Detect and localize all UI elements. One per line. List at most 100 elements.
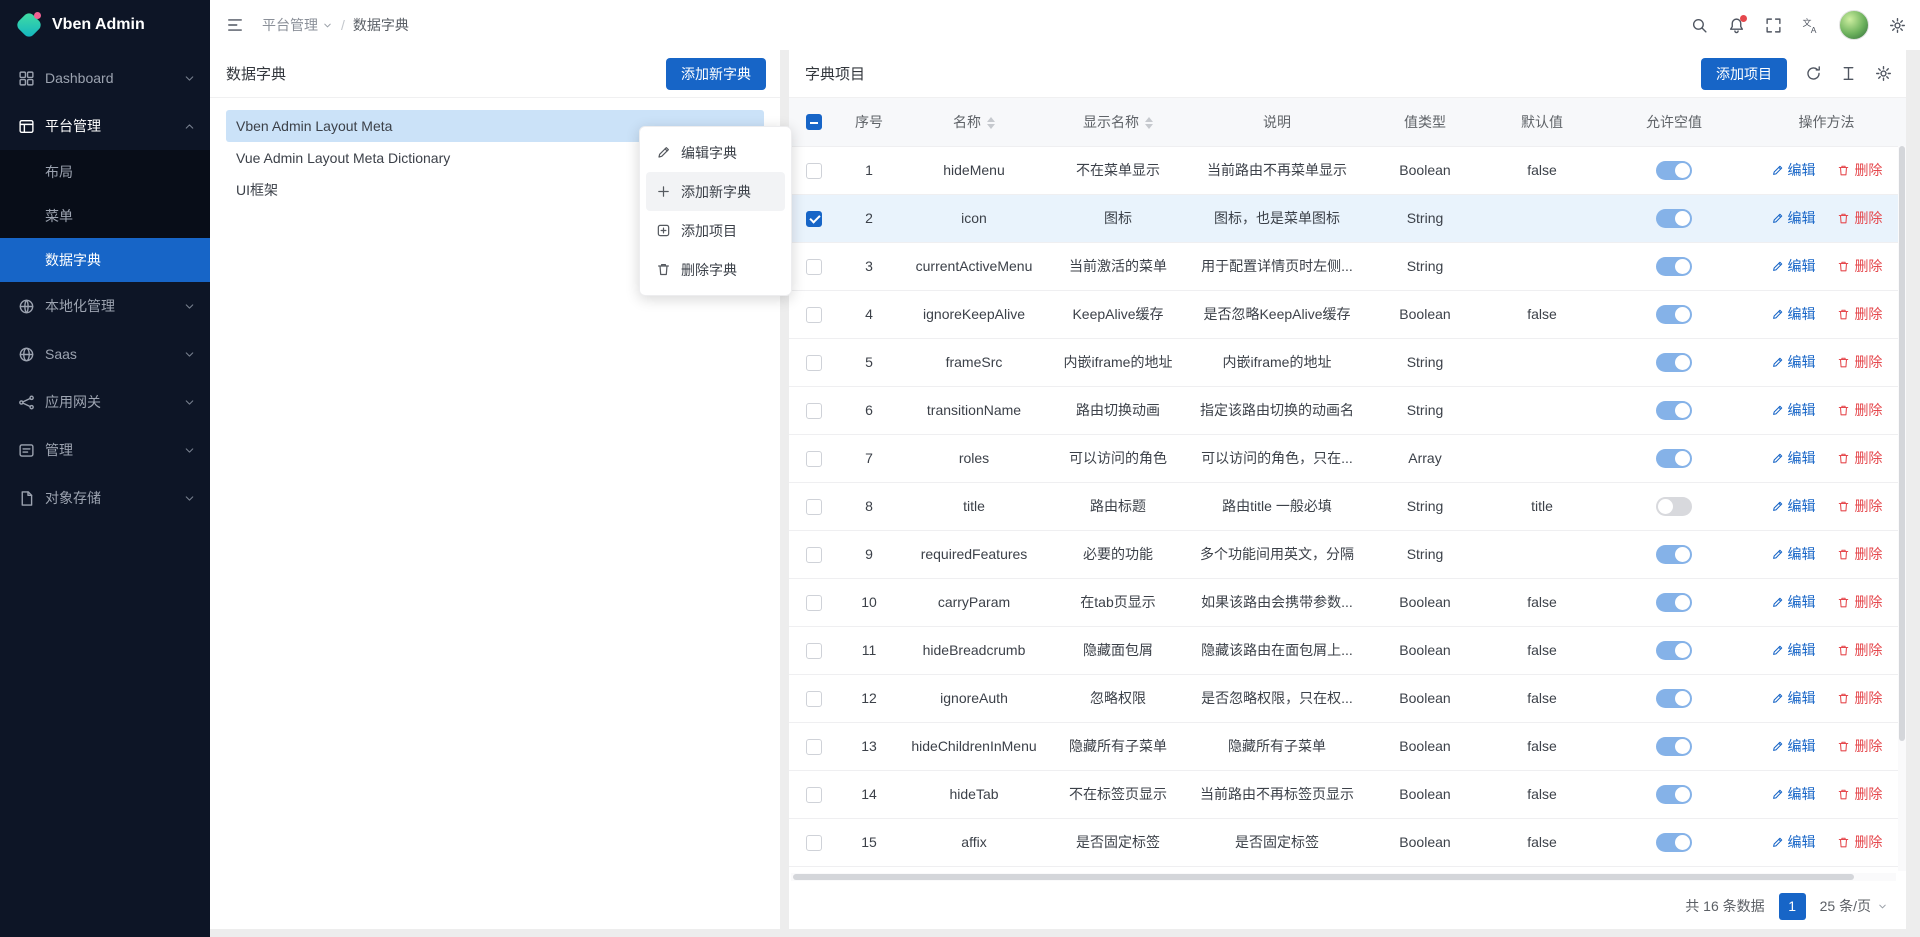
edit-link[interactable]: 编辑 [1771,496,1816,516]
allow-null-toggle[interactable] [1656,641,1692,660]
delete-link[interactable]: 删除 [1837,448,1882,468]
edit-link[interactable]: 编辑 [1771,256,1816,276]
translate-icon[interactable]: 文A [1802,17,1819,34]
allow-null-toggle[interactable] [1656,353,1692,372]
delete-link[interactable]: 删除 [1837,784,1882,804]
edit-link[interactable]: 编辑 [1771,400,1816,420]
row-checkbox[interactable] [806,595,822,611]
delete-link[interactable]: 删除 [1837,592,1882,612]
delete-link[interactable]: 删除 [1837,256,1882,276]
edit-link[interactable]: 编辑 [1771,832,1816,852]
add-item-button[interactable]: 添加项目 [1701,58,1787,90]
delete-link[interactable]: 删除 [1837,352,1882,372]
allow-null-toggle[interactable] [1656,209,1692,228]
edit-link[interactable]: 编辑 [1771,688,1816,708]
user-avatar[interactable] [1839,10,1869,40]
sidebar-item-localization[interactable]: 本地化管理 [0,282,210,330]
edit-link[interactable]: 编辑 [1771,208,1816,228]
allow-null-toggle[interactable] [1656,305,1692,324]
allow-null-toggle[interactable] [1656,257,1692,276]
allow-null-toggle[interactable] [1656,833,1692,852]
breadcrumb-item-platform[interactable]: 平台管理 [262,15,333,35]
delete-link[interactable]: 删除 [1837,736,1882,756]
sort-carets-icon[interactable] [1145,117,1153,129]
delete-link[interactable]: 删除 [1837,304,1882,324]
page-1-button[interactable]: 1 [1779,893,1806,920]
row-checkbox[interactable] [806,355,822,371]
row-checkbox[interactable] [806,787,822,803]
allow-null-toggle[interactable] [1656,593,1692,612]
delete-link[interactable]: 删除 [1837,400,1882,420]
row-checkbox[interactable] [806,643,822,659]
row-checkbox[interactable] [806,403,822,419]
horizontal-scrollbar[interactable] [791,873,1896,881]
delete-link[interactable]: 删除 [1837,832,1882,852]
fullscreen-icon[interactable] [1765,17,1782,34]
edit-link[interactable]: 编辑 [1771,784,1816,804]
row-checkbox[interactable] [806,739,822,755]
horizontal-scrollbar-thumb[interactable] [793,874,1854,880]
row-checkbox[interactable] [806,499,822,515]
edit-link[interactable]: 编辑 [1771,352,1816,372]
vertical-scrollbar-thumb[interactable] [1899,146,1905,741]
column-header-name[interactable]: 名称 [899,98,1049,146]
edit-link[interactable]: 编辑 [1771,160,1816,180]
sidebar-item-management[interactable]: 管理 [0,426,210,474]
refresh-icon[interactable] [1805,65,1822,82]
allow-null-toggle[interactable] [1656,545,1692,564]
row-height-icon[interactable] [1840,65,1857,82]
row-checkbox[interactable] [806,259,822,275]
allow-null-toggle[interactable] [1656,401,1692,420]
delete-link[interactable]: 删除 [1837,688,1882,708]
context-menu-item[interactable]: 编辑字典 [646,133,785,172]
sidebar-item-layout[interactable]: 布局 [0,150,210,194]
row-checkbox[interactable] [806,307,822,323]
sidebar-item-object-storage[interactable]: 对象存储 [0,474,210,522]
breadcrumb-separator: / [341,17,345,33]
search-icon[interactable] [1691,17,1708,34]
sidebar-item-dashboard[interactable]: Dashboard [0,54,210,102]
edit-link[interactable]: 编辑 [1771,544,1816,564]
allow-null-toggle[interactable] [1656,161,1692,180]
delete-link[interactable]: 删除 [1837,496,1882,516]
row-checkbox[interactable] [806,835,822,851]
sidebar-item-menu[interactable]: 菜单 [0,194,210,238]
allow-null-toggle[interactable] [1656,497,1692,516]
row-checkbox[interactable] [806,691,822,707]
sort-carets-icon[interactable] [987,117,995,129]
delete-link[interactable]: 删除 [1837,208,1882,228]
delete-link[interactable]: 删除 [1837,544,1882,564]
context-menu-item[interactable]: 删除字典 [646,250,785,289]
sidebar-item-saas[interactable]: Saas [0,330,210,378]
delete-link[interactable]: 删除 [1837,640,1882,660]
context-menu-item[interactable]: 添加项目 [646,211,785,250]
edit-link[interactable]: 编辑 [1771,640,1816,660]
row-checkbox[interactable] [806,547,822,563]
allow-null-toggle[interactable] [1656,737,1692,756]
settings-gear-icon[interactable] [1889,17,1906,34]
context-menu-item[interactable]: 添加新字典 [646,172,785,211]
row-checkbox[interactable] [806,163,822,179]
sidebar-item-app-gateway[interactable]: 应用网关 [0,378,210,426]
allow-null-toggle[interactable] [1656,689,1692,708]
row-checkbox[interactable] [806,211,822,227]
column-settings-gear-icon[interactable] [1875,65,1892,82]
select-all-checkbox[interactable] [806,114,822,130]
allow-null-toggle[interactable] [1656,785,1692,804]
notification-bell-icon[interactable] [1728,17,1745,34]
app-logo[interactable]: Vben Admin [0,0,210,50]
edit-link[interactable]: 编辑 [1771,592,1816,612]
edit-link[interactable]: 编辑 [1771,448,1816,468]
menu-fold-icon[interactable] [226,16,244,34]
add-dictionary-button[interactable]: 添加新字典 [666,58,766,90]
allow-null-toggle[interactable] [1656,449,1692,468]
edit-link[interactable]: 编辑 [1771,304,1816,324]
delete-link[interactable]: 删除 [1837,160,1882,180]
sidebar-item-data-dictionary[interactable]: 数据字典 [0,238,210,282]
vertical-scrollbar[interactable] [1898,146,1906,871]
page-size-select[interactable]: 25 条/页 [1820,896,1888,916]
row-checkbox[interactable] [806,451,822,467]
edit-link[interactable]: 编辑 [1771,736,1816,756]
sidebar-item-platform-management[interactable]: 平台管理 [0,102,210,150]
column-header-display-name[interactable]: 显示名称 [1049,98,1187,146]
